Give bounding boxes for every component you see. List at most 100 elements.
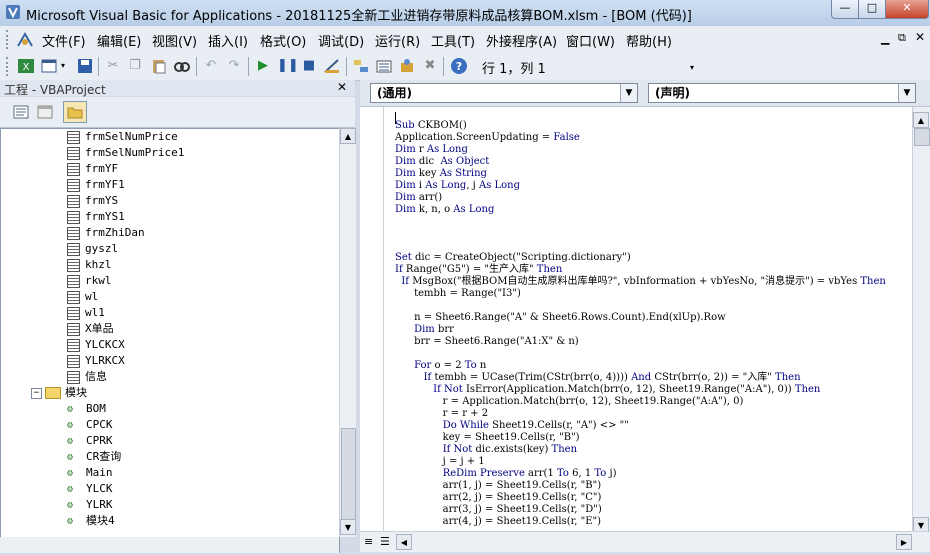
menu-file[interactable]: 文件(F) bbox=[42, 31, 86, 50]
break-icon[interactable]: ❚❚ bbox=[277, 57, 299, 75]
code-line[interactable]: arr(3, j) = Sheet19.Cells(r, "D") bbox=[395, 504, 602, 516]
code-horizontal-scrollbar[interactable]: ≡ ☰ ◀ ▶ bbox=[360, 531, 930, 552]
code-line[interactable]: If tembh = UCase(Trim(CStr(brr(o, 4)))) … bbox=[395, 372, 801, 384]
close-button[interactable]: ✕ bbox=[885, 0, 929, 19]
properties-icon[interactable] bbox=[375, 57, 393, 75]
code-line[interactable]: If Not IsError(Application.Match(brr(o, … bbox=[395, 384, 820, 396]
project-explorer-icon[interactable] bbox=[352, 57, 370, 75]
menu-format[interactable]: 格式(O) bbox=[260, 31, 306, 50]
tree-item-form[interactable]: frmSelNumPrice bbox=[67, 129, 178, 145]
child-minimize-button[interactable]: ▁ bbox=[881, 32, 889, 45]
code-line[interactable]: arr(4, j) = Sheet19.Cells(r, "E") bbox=[395, 516, 601, 528]
code-line[interactable]: arr(1, j) = Sheet19.Cells(r, "B") bbox=[395, 480, 601, 492]
scroll-up-icon[interactable]: ▲ bbox=[913, 112, 929, 128]
tree-item-module[interactable]: ⚙ YLCK bbox=[67, 481, 113, 497]
insert-userform-icon[interactable] bbox=[40, 57, 58, 75]
redo-icon[interactable]: ↷ bbox=[225, 57, 243, 75]
copy-icon[interactable]: ❐ bbox=[126, 57, 144, 75]
scroll-left-icon[interactable]: ◀ bbox=[396, 534, 412, 550]
code-line[interactable]: Dim r As Long bbox=[395, 144, 468, 156]
object-browser-icon[interactable] bbox=[398, 57, 416, 75]
menu-debug[interactable]: 调试(D) bbox=[318, 31, 364, 50]
paste-icon[interactable] bbox=[150, 57, 168, 75]
vba-app-icon[interactable] bbox=[5, 4, 21, 20]
full-module-view-icon[interactable]: ☰ bbox=[380, 535, 390, 548]
code-line[interactable]: Dim dic As Object bbox=[395, 156, 489, 168]
code-line[interactable]: brr = Sheet6.Range("A1:X" & n) bbox=[395, 336, 579, 348]
menu-tools[interactable]: 工具(T) bbox=[431, 31, 475, 50]
code-line[interactable]: Dim brr bbox=[395, 324, 454, 336]
toolbox-icon[interactable]: ✖ bbox=[421, 57, 439, 75]
code-line[interactable]: tembh = Range("I3") bbox=[395, 288, 521, 300]
tree-item-form[interactable]: gyszl bbox=[67, 241, 118, 257]
code-line[interactable]: Set dic = CreateObject("Scripting.dictio… bbox=[395, 252, 631, 264]
menu-addins[interactable]: 外接程序(A) bbox=[486, 31, 557, 50]
tree-item-form[interactable]: frmYF1 bbox=[67, 177, 125, 193]
menu-help[interactable]: 帮助(H) bbox=[626, 31, 672, 50]
tree-item-form[interactable]: 信息 bbox=[67, 369, 107, 385]
menu-run[interactable]: 运行(R) bbox=[375, 31, 420, 50]
code-margin-indicator-bar[interactable] bbox=[360, 107, 384, 531]
code-line[interactable]: ReDim Preserve arr(1 To 6, 1 To j) bbox=[395, 468, 617, 480]
project-tree-scroll-thumb[interactable] bbox=[341, 428, 356, 522]
toolbar-grip-handle[interactable] bbox=[6, 57, 11, 76]
code-line[interactable]: r = r + 2 bbox=[395, 408, 488, 420]
code-line[interactable]: Do While Sheet19.Cells(r, "A") <> "" bbox=[395, 420, 629, 432]
tree-item-module[interactable]: ⚙ 模块4 bbox=[67, 513, 115, 529]
help-icon[interactable]: ? bbox=[450, 57, 468, 75]
procedure-view-icon[interactable]: ≡ bbox=[364, 535, 373, 548]
maximize-button[interactable]: □ bbox=[858, 0, 886, 19]
tree-item-form[interactable]: wl1 bbox=[67, 305, 105, 321]
tree-item-form[interactable]: YLCKCX bbox=[67, 337, 125, 353]
code-line[interactable]: If Not dic.exists(key) Then bbox=[395, 444, 577, 456]
tree-item-form[interactable]: frmSelNumPrice1 bbox=[67, 145, 184, 161]
project-tree-vertical-scrollbar[interactable]: ▲ ▼ bbox=[339, 128, 356, 537]
tree-item-form[interactable]: X单品 bbox=[67, 321, 114, 337]
minimize-button[interactable]: — bbox=[831, 0, 859, 19]
tree-item-module[interactable]: ⚙ CPCK bbox=[67, 417, 113, 433]
code-line[interactable]: Application.ScreenUpdating = False bbox=[395, 132, 580, 144]
view-object-icon[interactable] bbox=[37, 105, 53, 119]
menu-grip-handle[interactable] bbox=[6, 30, 11, 49]
project-tree[interactable]: frmSelNumPrice frmSelNumPrice1 frmYF frmYF1… bbox=[0, 128, 340, 553]
menu-edit[interactable]: 编辑(E) bbox=[97, 31, 141, 50]
chevron-down-icon[interactable]: ▼ bbox=[620, 84, 637, 102]
code-line[interactable]: For o = 2 To n bbox=[395, 360, 486, 372]
code-line[interactable]: If Range("G5") = "生产入库" Then bbox=[395, 264, 562, 276]
project-tree-horizontal-scrollbar[interactable] bbox=[0, 537, 339, 553]
tree-item-form[interactable]: frmYF bbox=[67, 161, 118, 177]
tree-item-form[interactable]: frmZhiDan bbox=[67, 225, 145, 241]
excel-icon[interactable]: X bbox=[17, 57, 35, 75]
vba-menu-icon[interactable] bbox=[16, 31, 34, 49]
tree-item-form[interactable]: YLRKCX bbox=[67, 353, 125, 369]
view-code-icon[interactable] bbox=[13, 105, 29, 119]
code-vertical-scrollbar[interactable]: ▲ ▼ bbox=[912, 107, 930, 533]
object-combo[interactable]: (通用) ▼ bbox=[370, 83, 638, 103]
code-line[interactable]: Dim k, n, o As Long bbox=[395, 204, 494, 216]
code-line[interactable]: Dim i As Long, j As Long bbox=[395, 180, 520, 192]
menu-view[interactable]: 视图(V) bbox=[152, 31, 197, 50]
cut-icon[interactable]: ✂ bbox=[104, 57, 122, 75]
design-mode-icon[interactable] bbox=[323, 57, 341, 75]
save-icon[interactable] bbox=[76, 57, 94, 75]
tree-item-module[interactable]: ⚙ BOM bbox=[67, 401, 106, 417]
find-icon[interactable] bbox=[173, 57, 191, 75]
tree-item-form[interactable]: frmYS bbox=[67, 193, 118, 209]
scroll-down-icon[interactable]: ▼ bbox=[340, 519, 356, 535]
scroll-up-icon[interactable]: ▲ bbox=[340, 128, 356, 144]
child-close-button[interactable]: ✕ bbox=[915, 30, 925, 44]
code-scroll-thumb[interactable] bbox=[914, 128, 930, 146]
run-icon[interactable]: ▶ bbox=[254, 57, 272, 75]
tree-folder-modules[interactable]: − 模块 bbox=[31, 385, 87, 401]
code-line[interactable]: Sub CKBOM() bbox=[395, 120, 467, 132]
project-pane-close-icon[interactable]: ✕ bbox=[337, 80, 347, 94]
insert-dropdown-arrow-icon[interactable]: ▾ bbox=[61, 61, 65, 70]
undo-icon[interactable]: ↶ bbox=[202, 57, 220, 75]
tree-item-form[interactable]: wl bbox=[67, 289, 98, 305]
code-line[interactable]: Dim arr() bbox=[395, 192, 442, 204]
child-restore-button[interactable]: ⧉ bbox=[898, 31, 906, 45]
tree-item-form[interactable]: frmYS1 bbox=[67, 209, 125, 225]
toolbar-options-arrow-icon[interactable]: ▾ bbox=[690, 63, 694, 72]
scroll-right-icon[interactable]: ▶ bbox=[896, 534, 912, 550]
tree-item-form[interactable]: khzl bbox=[67, 257, 112, 273]
